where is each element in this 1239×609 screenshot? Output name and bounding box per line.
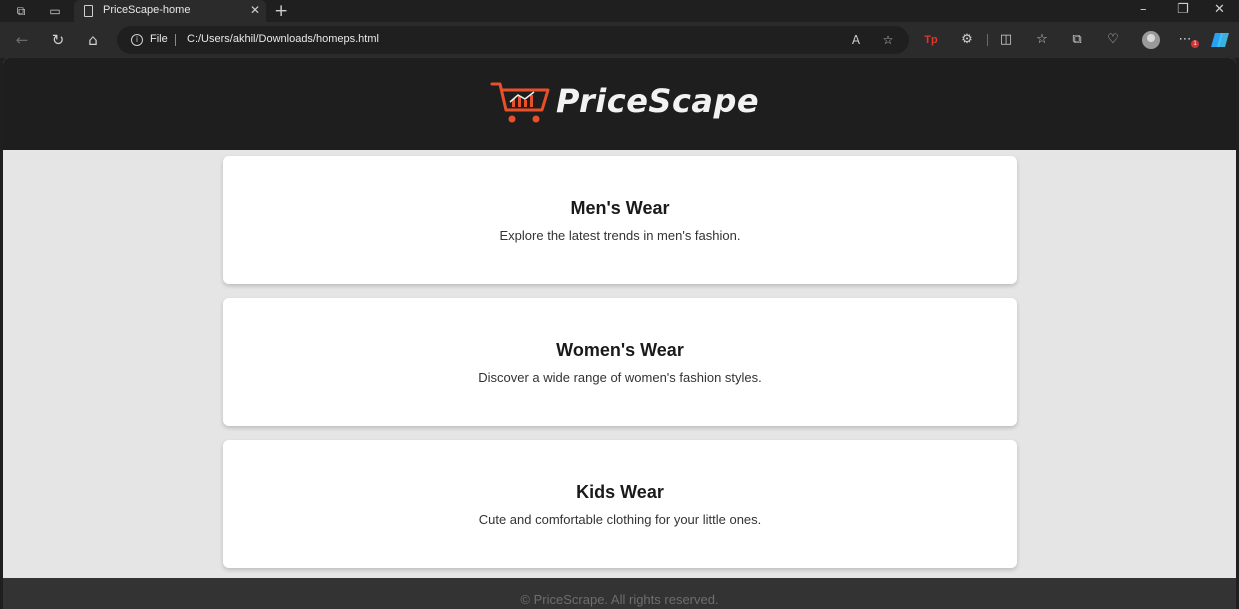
tab-close-icon[interactable]: ✕ [250, 3, 260, 17]
favorite-star-icon[interactable]: ☆ [880, 32, 896, 48]
toolbar-divider [987, 34, 988, 46]
site-footer: © PriceScrape. All rights reserved. [3, 578, 1236, 609]
browser-toolbar: ← ↻ ⌂ i File C:/Users/akhil/Downloads/ho… [0, 22, 1239, 58]
minimize-icon[interactable]: – [1140, 2, 1147, 17]
footer-copyright: © PriceScrape. All rights reserved. [520, 592, 719, 607]
page-viewport: PriceScape Men's Wear Explore the latest… [3, 58, 1236, 609]
tab-actions-icon[interactable]: ▭ [48, 4, 62, 18]
browser-titlebar: ⧉ ▭ PriceScape-home ✕ + – ❐ ✕ [0, 0, 1239, 22]
address-bar[interactable]: i File C:/Users/akhil/Downloads/homeps.h… [117, 26, 909, 54]
category-card-kids[interactable]: Kids Wear Cute and comfortable clothing … [223, 440, 1017, 568]
collections-icon[interactable]: ⧉ [1068, 31, 1086, 49]
extensions-icon[interactable]: ⚙ [958, 31, 976, 49]
window-close-icon[interactable]: ✕ [1214, 2, 1225, 17]
profile-avatar[interactable] [1142, 31, 1160, 49]
page-icon [84, 5, 93, 17]
workspaces-icon[interactable]: ⧉ [14, 4, 28, 18]
address-scheme-label: File [150, 33, 168, 45]
site-header: PriceScape [3, 58, 1236, 150]
refresh-icon[interactable]: ↻ [48, 30, 68, 50]
info-icon[interactable]: i [131, 34, 143, 46]
new-tab-button[interactable]: + [274, 1, 288, 21]
tab-title: PriceScape-home [103, 4, 191, 16]
card-title: Women's Wear [556, 340, 684, 360]
favorites-icon[interactable]: ☆ [1033, 31, 1051, 49]
address-divider [175, 34, 176, 46]
browser-essentials-icon[interactable]: ♡ [1104, 31, 1122, 49]
home-icon[interactable]: ⌂ [83, 30, 103, 50]
url-text[interactable]: C:/Users/akhil/Downloads/homeps.html [187, 33, 379, 45]
category-card-mens[interactable]: Men's Wear Explore the latest trends in … [223, 156, 1017, 284]
card-description: Explore the latest trends in men's fashi… [499, 228, 741, 243]
read-aloud-icon[interactable]: A [848, 32, 864, 48]
split-screen-icon[interactable]: ◫ [997, 31, 1015, 49]
card-title: Men's Wear [570, 198, 670, 218]
shopping-cart-icon [490, 82, 550, 123]
copilot-icon[interactable] [1211, 31, 1231, 49]
restore-icon[interactable]: ❐ [1177, 2, 1189, 17]
card-description: Cute and comfortable clothing for your l… [478, 512, 762, 527]
extension-tp-icon[interactable]: Tp [922, 31, 940, 49]
card-title: Kids Wear [576, 482, 664, 502]
tab-pricescape-home[interactable]: PriceScape-home ✕ [74, 0, 266, 22]
logo-text: PriceScape [556, 82, 760, 120]
card-description: Discover a wide range of women's fashion… [478, 370, 762, 385]
back-icon[interactable]: ← [12, 30, 32, 50]
site-logo[interactable]: PriceScape [490, 80, 759, 126]
category-card-womens[interactable]: Women's Wear Discover a wide range of wo… [223, 298, 1017, 426]
notification-badge: 1 [1191, 40, 1199, 48]
